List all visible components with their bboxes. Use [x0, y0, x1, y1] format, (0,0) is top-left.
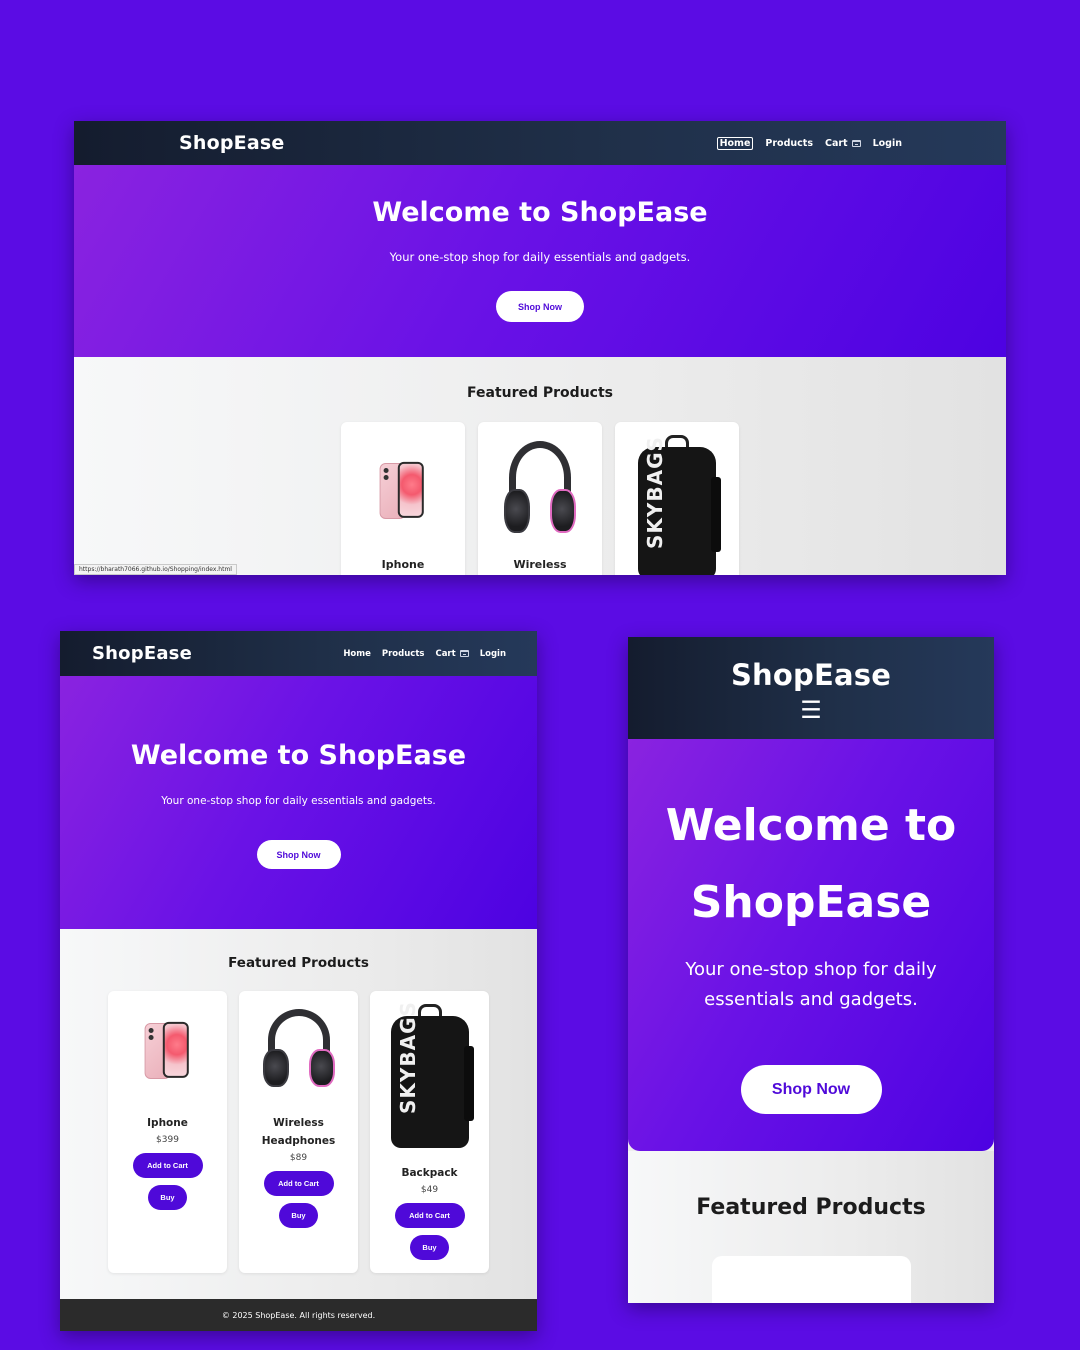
product-grid: Iphone $399 Add to Cart Buy Wireless Hea…	[60, 991, 537, 1273]
product-card-backpack: SKYBAGS	[615, 422, 739, 575]
navbar: ShopEase Home Products Cart Login	[60, 631, 537, 676]
buy-button[interactable]: Buy	[410, 1234, 449, 1260]
product-card-iphone: Iphone $399	[341, 422, 465, 575]
product-name: Backpack	[401, 1167, 458, 1179]
nav-cart-link[interactable]: Cart	[435, 648, 469, 659]
product-card-headphones: Wireless	[478, 422, 602, 575]
add-to-cart-button[interactable]: Add to Cart	[394, 1202, 465, 1228]
tablet-view-screenshot: ShopEase Home Products Cart Login Welcom…	[60, 631, 537, 1331]
product-price: $49	[420, 1184, 439, 1195]
iphone-front	[162, 1021, 189, 1078]
iphone-image	[353, 432, 453, 550]
featured-products-title: Featured Products	[696, 1195, 926, 1220]
nav-home-link[interactable]: Home	[716, 136, 754, 150]
hero-title: Welcome to ShopEase	[130, 740, 467, 771]
status-bar-url: https://bharath7066.github.io/Shopping/i…	[74, 564, 237, 575]
featured-products-section: Featured Products	[628, 1151, 994, 1303]
shop-now-button[interactable]: Shop Now	[740, 1065, 882, 1114]
hero-title: Welcome to ShopEase	[665, 800, 957, 928]
navbar: ShopEase ☰	[628, 637, 994, 739]
product-name: Iphone	[147, 1117, 188, 1129]
buy-button[interactable]: Buy	[279, 1202, 318, 1228]
hero-section: Welcome to ShopEase Your one-stop shop f…	[628, 739, 994, 1151]
featured-products-section: Featured Products Iphone $399 Wireless	[74, 357, 1006, 575]
nav-cart-link[interactable]: Cart	[825, 138, 861, 149]
iphone-image	[118, 1001, 218, 1101]
nav-home-link[interactable]: Home	[343, 649, 371, 659]
iphone-front	[397, 461, 424, 518]
product-price: $399	[156, 1134, 179, 1145]
headphones-image	[249, 1001, 349, 1101]
featured-products-section: Featured Products Iphone $399 Add to Car…	[60, 929, 537, 1299]
product-card-headphones: Wireless Headphones $89 Add to Cart Buy	[239, 991, 358, 1273]
brand-logo[interactable]: ShopEase	[731, 658, 891, 692]
add-to-cart-button[interactable]: Add to Cart	[132, 1152, 203, 1178]
product-name: Wireless	[513, 558, 567, 571]
product-card-iphone: Iphone $399 Add to Cart Buy	[108, 991, 227, 1273]
product-price: $89	[289, 1152, 308, 1163]
backpack-image: SKYBAGS	[627, 432, 727, 575]
nav-login-link[interactable]: Login	[873, 138, 902, 149]
featured-products-title: Featured Products	[228, 955, 369, 971]
backpack-image: SKYBAGS	[380, 1001, 480, 1151]
hero-subtitle: Your one-stop shop for daily essentials …	[161, 795, 436, 807]
nav-products-link[interactable]: Products	[765, 138, 813, 149]
nav-products-link[interactable]: Products	[382, 649, 425, 659]
buy-button[interactable]: Buy	[148, 1184, 187, 1210]
featured-products-title: Featured Products	[467, 385, 613, 401]
nav-cart-label: Cart	[435, 648, 456, 659]
mobile-view-screenshot: ShopEase ☰ Welcome to ShopEase Your one-…	[628, 637, 994, 1303]
headphones-image	[490, 432, 590, 550]
hero-subtitle: Your one-stop shop for daily essentials …	[389, 250, 691, 264]
shop-now-button[interactable]: Shop Now	[256, 840, 341, 869]
cart-icon	[851, 139, 861, 147]
brand-logo[interactable]: ShopEase	[92, 643, 192, 664]
hamburger-menu-icon[interactable]: ☰	[800, 698, 822, 722]
brand-logo[interactable]: ShopEase	[179, 132, 284, 154]
navbar: ShopEase Home Products Cart Login	[74, 121, 1006, 165]
hero-title: Welcome to ShopEase	[372, 197, 708, 228]
hero-section: Welcome to ShopEase Your one-stop shop f…	[74, 165, 1006, 357]
footer: © 2025 ShopEase. All rights reserved.	[60, 1299, 537, 1331]
hero-section: Welcome to ShopEase Your one-stop shop f…	[60, 676, 537, 929]
nav-cart-label: Cart	[824, 137, 848, 149]
nav-links: Home Products Cart Login	[716, 136, 902, 150]
product-name: Wireless Headphones	[261, 1117, 336, 1147]
shop-now-button[interactable]: Shop Now	[496, 291, 584, 322]
add-to-cart-button[interactable]: Add to Cart	[263, 1170, 334, 1196]
product-card-backpack: SKYBAGS Backpack $49 Add to Cart Buy	[370, 991, 489, 1273]
cart-icon	[459, 650, 469, 657]
product-grid: Iphone $399 Wireless SKYBAGS	[74, 422, 1006, 575]
product-name: Iphone	[381, 558, 425, 571]
product-card	[711, 1256, 911, 1303]
nav-login-link[interactable]: Login	[480, 649, 506, 659]
nav-links: Home Products Cart Login	[343, 649, 506, 659]
desktop-view-screenshot: ShopEase Home Products Cart Login Welcom…	[74, 121, 1006, 575]
hero-subtitle: Your one-stop shop for daily essentials …	[685, 959, 937, 1010]
